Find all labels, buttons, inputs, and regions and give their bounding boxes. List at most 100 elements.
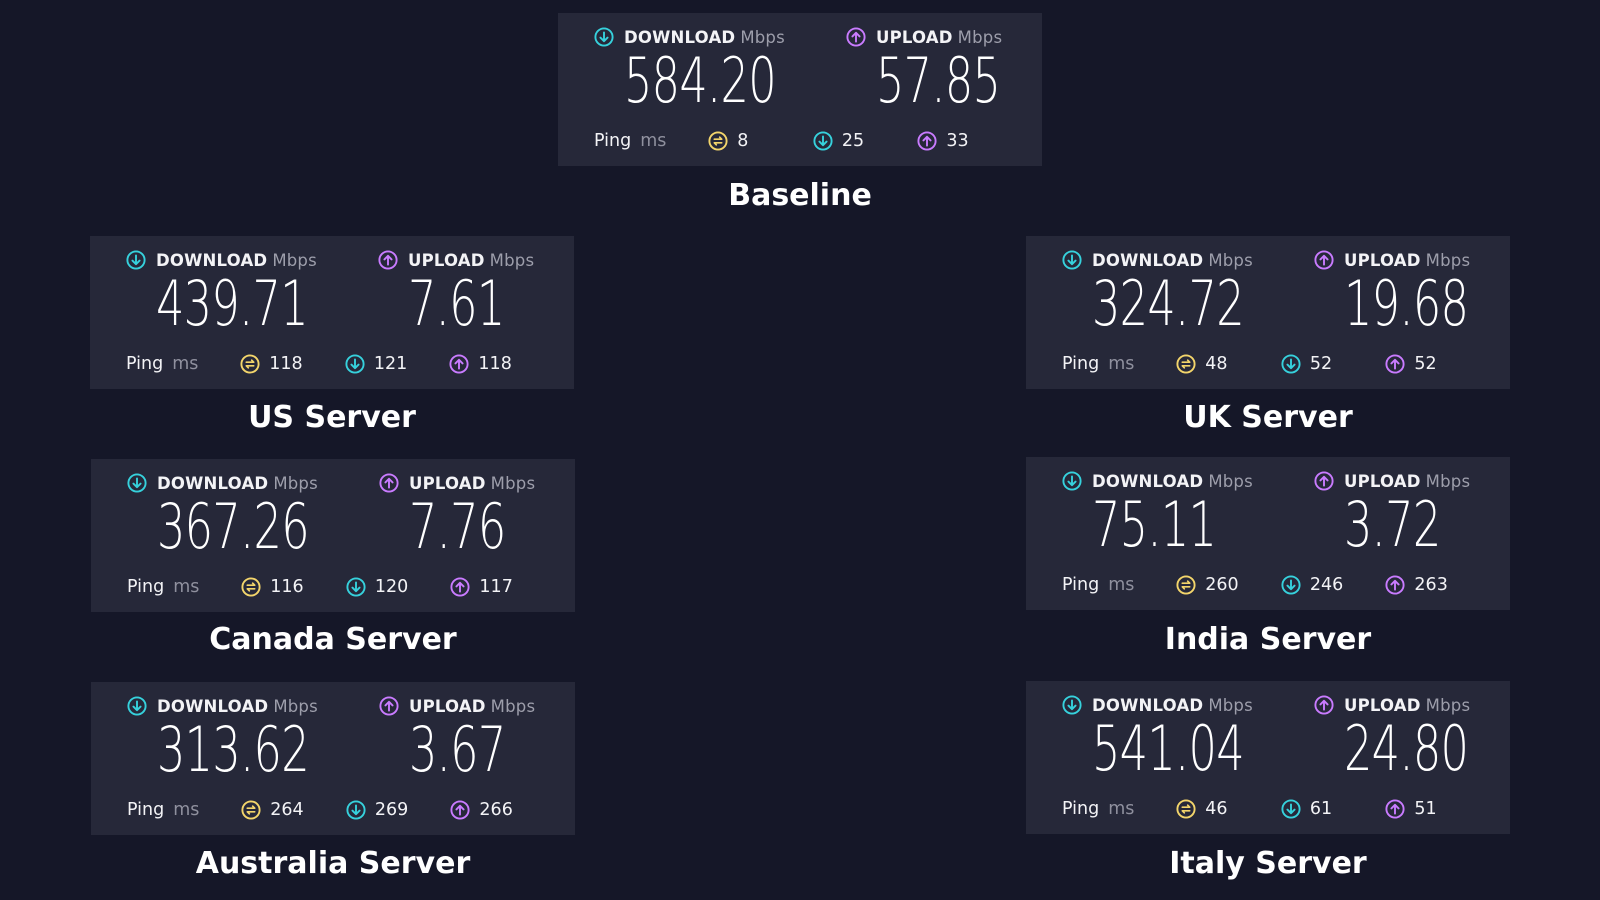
ping-upload-value: 118 [478, 354, 512, 374]
ping-idle: 8 [708, 131, 813, 151]
download-speed-value: 75.11 [1092, 488, 1217, 561]
ping-label: Ping [127, 577, 165, 597]
ping-row: Ping ms 46 61 51 [1062, 798, 1490, 820]
upload-speed-value: 3.67 [409, 713, 506, 786]
arrow-down-circle-icon [1062, 471, 1082, 491]
ping-idle-value: 116 [270, 577, 304, 597]
download-speed-value: 439.71 [156, 267, 309, 340]
download-speed-value: 584.20 [624, 44, 777, 117]
arrow-down-circle-icon [1281, 799, 1301, 819]
download-section: DOWNLOAD Mbps 367.26 [127, 473, 327, 559]
us-server-result-card: DOWNLOAD Mbps 439.71 UPLOAD Mbps 7.61 Pi… [90, 236, 574, 389]
ping-upload-value: 263 [1414, 575, 1448, 595]
ping-label: Ping [127, 800, 165, 820]
ping-download: 121 [345, 354, 450, 374]
idle-ping-icon [1176, 799, 1196, 819]
download-section: DOWNLOAD Mbps 541.04 [1062, 695, 1262, 781]
ping-label-group: Ping ms [1062, 354, 1176, 374]
arrow-up-circle-icon [379, 696, 399, 716]
arrow-down-circle-icon [1062, 250, 1082, 270]
ping-idle-value: 264 [270, 800, 304, 820]
arrow-up-circle-icon [450, 577, 470, 597]
download-section: DOWNLOAD Mbps 439.71 [126, 250, 326, 336]
ping-upload: 118 [449, 354, 554, 374]
ping-download: 246 [1281, 575, 1386, 595]
download-section: DOWNLOAD Mbps 313.62 [127, 696, 327, 782]
ping-upload-value: 117 [479, 577, 513, 597]
ping-unit: ms [1108, 354, 1135, 374]
download-section: DOWNLOAD Mbps 324.72 [1062, 250, 1262, 336]
ping-row: Ping ms 260 246 263 [1062, 574, 1490, 596]
italy-server-result-card: DOWNLOAD Mbps 541.04 UPLOAD Mbps 24.80 P… [1026, 681, 1510, 834]
upload-speed-value: 24.80 [1344, 712, 1469, 785]
download-speed-value: 324.72 [1092, 267, 1245, 340]
upload-section: UPLOAD Mbps 7.61 [378, 250, 578, 336]
india-server-result-card: DOWNLOAD Mbps 75.11 UPLOAD Mbps 3.72 Pin… [1026, 457, 1510, 610]
ping-label-group: Ping ms [127, 800, 241, 820]
ping-upload: 51 [1385, 799, 1490, 819]
arrow-up-circle-icon [379, 473, 399, 493]
arrow-up-circle-icon [1314, 471, 1334, 491]
arrow-down-circle-icon [346, 577, 366, 597]
idle-ping-icon [1176, 354, 1196, 374]
ping-download-value: 246 [1309, 575, 1344, 595]
australia-server-result-card: DOWNLOAD Mbps 313.62 UPLOAD Mbps 3.67 Pi… [91, 682, 575, 835]
arrow-down-circle-icon [1062, 695, 1082, 715]
ping-idle: 260 [1176, 575, 1281, 595]
arrow-down-circle-icon [127, 696, 147, 716]
ping-idle-value: 8 [737, 131, 749, 151]
arrow-down-circle-icon [813, 131, 833, 151]
baseline-caption: Baseline [728, 178, 872, 213]
download-section: DOWNLOAD Mbps 75.11 [1062, 471, 1262, 557]
upload-section: UPLOAD Mbps 3.67 [379, 696, 579, 782]
download-speed-value: 313.62 [157, 713, 310, 786]
ping-download: 120 [346, 577, 451, 597]
ping-download: 25 [813, 131, 918, 151]
us-server-caption: US Server [248, 400, 416, 435]
idle-ping-icon [241, 577, 261, 597]
ping-idle: 118 [240, 354, 345, 374]
arrow-down-circle-icon [127, 473, 147, 493]
ping-label: Ping [1062, 799, 1100, 819]
upload-section: UPLOAD Mbps 24.80 [1314, 695, 1514, 781]
download-section: DOWNLOAD Mbps 584.20 [594, 27, 794, 113]
ping-unit: ms [173, 800, 200, 820]
uk-server-result-card: DOWNLOAD Mbps 324.72 UPLOAD Mbps 19.68 P… [1026, 236, 1510, 389]
upload-section: UPLOAD Mbps 7.76 [379, 473, 579, 559]
ping-label-group: Ping ms [594, 131, 708, 151]
ping-idle: 264 [241, 800, 346, 820]
ping-row: Ping ms 264 269 266 [127, 799, 555, 821]
ping-download-value: 120 [374, 577, 409, 597]
idle-ping-icon [240, 354, 260, 374]
ping-label: Ping [1062, 354, 1100, 374]
idle-ping-icon [1176, 575, 1196, 595]
ping-label-group: Ping ms [127, 577, 241, 597]
ping-upload-value: 52 [1414, 354, 1437, 374]
upload-speed-value: 7.61 [408, 267, 505, 340]
arrow-up-circle-icon [1385, 799, 1405, 819]
arrow-up-circle-icon [1385, 354, 1405, 374]
ping-download: 52 [1281, 354, 1386, 374]
india-server-caption: India Server [1164, 622, 1372, 657]
ping-row: Ping ms 8 25 33 [594, 130, 1022, 152]
ping-unit: ms [172, 354, 199, 374]
arrow-down-circle-icon [345, 354, 365, 374]
ping-download-value: 25 [841, 131, 865, 151]
arrow-down-circle-icon [346, 800, 366, 820]
canada-server-result-card: DOWNLOAD Mbps 367.26 UPLOAD Mbps 7.76 Pi… [91, 459, 575, 612]
ping-row: Ping ms 48 52 52 [1062, 353, 1490, 375]
ping-idle: 116 [241, 577, 346, 597]
ping-upload-value: 51 [1414, 799, 1437, 819]
ping-unit: ms [1108, 575, 1135, 595]
ping-unit: ms [640, 131, 667, 151]
download-speed-value: 541.04 [1092, 712, 1245, 785]
ping-download-value: 52 [1309, 354, 1333, 374]
ping-idle: 48 [1176, 354, 1281, 374]
arrow-up-circle-icon [450, 800, 470, 820]
ping-upload-value: 266 [479, 800, 513, 820]
ping-download: 269 [346, 800, 451, 820]
ping-unit: ms [1108, 799, 1135, 819]
ping-download-value: 61 [1309, 799, 1333, 819]
ping-unit: ms [173, 577, 200, 597]
arrow-down-circle-icon [1281, 575, 1301, 595]
